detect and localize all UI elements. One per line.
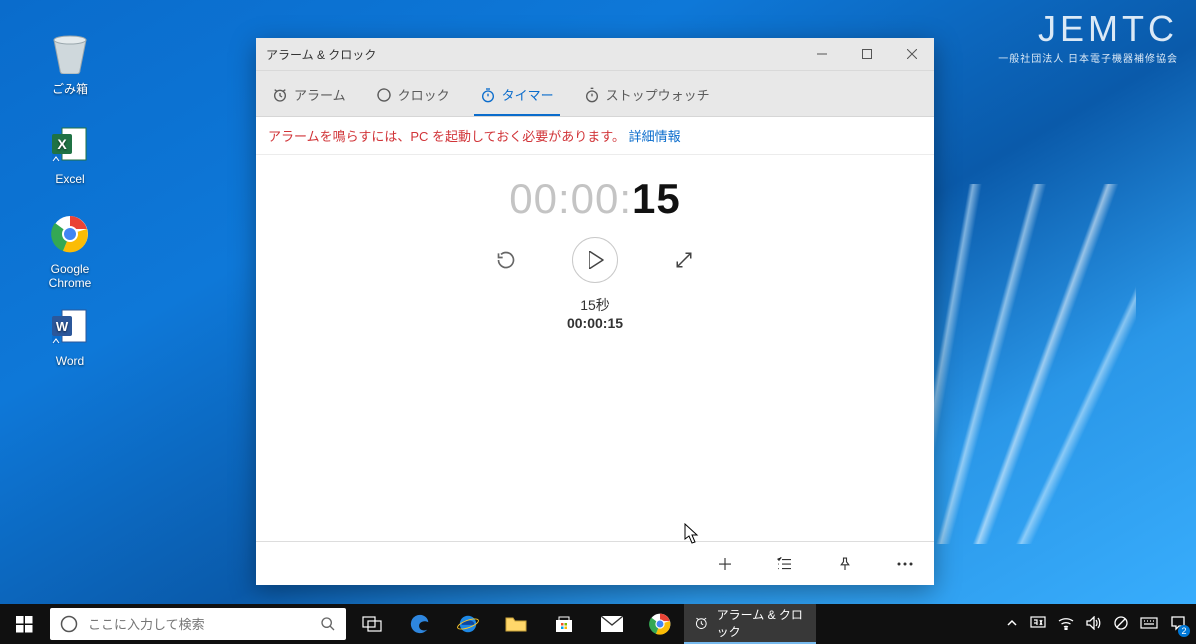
desktop-icon-chrome[interactable]: Google Chrome xyxy=(30,210,110,290)
tray-ime-icon[interactable] xyxy=(1030,615,1046,634)
expand-icon xyxy=(675,251,693,269)
timer-icon xyxy=(480,87,496,103)
edge-icon xyxy=(409,613,431,635)
timer-display[interactable]: 00:00:15 xyxy=(256,155,934,223)
taskbar-mail[interactable] xyxy=(588,604,636,644)
plus-icon xyxy=(716,555,734,573)
list-select-icon xyxy=(776,555,794,573)
tab-stopwatch[interactable]: ストップウォッチ xyxy=(578,79,716,116)
watermark: JEMTC 一般社団法人 日本電子機器補修協会 xyxy=(998,8,1178,65)
minimize-button[interactable] xyxy=(799,38,844,71)
watermark-brand: JEMTC xyxy=(998,8,1178,50)
desktop-icon-excel[interactable]: X Excel xyxy=(30,120,110,186)
command-bar xyxy=(256,541,934,585)
taskbar-ie[interactable] xyxy=(444,604,492,644)
taskbar: アラーム & クロック xyxy=(0,604,1196,644)
alarm-icon xyxy=(694,614,709,632)
folder-icon xyxy=(505,615,527,633)
windows-icon xyxy=(16,616,33,633)
desktop-icon-label: Word xyxy=(30,354,110,368)
svg-text:W: W xyxy=(56,319,69,334)
add-timer-button[interactable] xyxy=(714,553,736,575)
tab-label: アラーム xyxy=(294,85,346,104)
tray-notifications-icon[interactable] xyxy=(1170,615,1186,634)
stopwatch-icon xyxy=(584,87,600,103)
timer-meta: 15秒 00:00:15 xyxy=(256,295,934,331)
timer-controls xyxy=(256,237,934,283)
mail-icon xyxy=(601,616,623,632)
timer-content: 00:00:15 15秒 00:00:15 xyxy=(256,155,934,541)
search-icon xyxy=(320,616,336,632)
taskbar-store[interactable] xyxy=(540,604,588,644)
store-icon xyxy=(554,614,574,634)
desktop-icon-label: ごみ箱 xyxy=(30,80,110,97)
tray-wifi-icon[interactable] xyxy=(1058,616,1074,633)
alarm-icon xyxy=(272,87,288,103)
timer-dim-prefix: 00:00: xyxy=(509,175,632,222)
recycle-bin-icon xyxy=(46,28,94,76)
timer-name: 15秒 xyxy=(256,295,934,315)
close-button[interactable] xyxy=(889,38,934,71)
search-input[interactable] xyxy=(88,617,310,632)
chrome-icon xyxy=(46,210,94,258)
play-icon xyxy=(589,251,605,269)
desktop-icon-label: Excel xyxy=(30,172,110,186)
cortana-icon xyxy=(60,615,78,633)
tab-label: タイマー xyxy=(502,85,554,104)
pin-icon xyxy=(836,555,854,573)
ie-icon xyxy=(457,613,479,635)
chrome-icon xyxy=(649,613,671,635)
tab-bar: アラーム クロック タイマー ストップウォッチ xyxy=(256,71,934,117)
play-button[interactable] xyxy=(572,237,618,283)
system-tray xyxy=(996,615,1196,634)
taskbar-app-label: アラーム & クロック xyxy=(717,606,806,640)
tab-label: ストップウォッチ xyxy=(606,85,710,104)
timer-remaining: 00:00:15 xyxy=(256,315,934,331)
desktop-icon-label: Google Chrome xyxy=(30,262,110,290)
tab-clock[interactable]: クロック xyxy=(370,79,456,116)
tab-timer[interactable]: タイマー xyxy=(474,79,560,116)
desktop-icon-recycle-bin[interactable]: ごみ箱 xyxy=(30,28,110,97)
ellipsis-icon xyxy=(896,561,914,567)
reset-button[interactable] xyxy=(494,248,518,272)
info-bar: アラームを鳴らすには、PC を起動しておく必要があります。 詳細情報 xyxy=(256,117,934,155)
select-button[interactable] xyxy=(774,553,796,575)
window-buttons xyxy=(799,38,934,71)
desktop[interactable]: JEMTC 一般社団法人 日本電子機器補修協会 ごみ箱 X Excel Goog… xyxy=(0,0,1196,644)
taskbar-search[interactable] xyxy=(50,608,346,640)
taskbar-chrome[interactable] xyxy=(636,604,684,644)
alarms-clock-window: アラーム & クロック アラーム クロック タイマー ストップ xyxy=(256,38,934,585)
word-icon: W xyxy=(46,302,94,350)
taskbar-pinned: アラーム & クロック xyxy=(348,604,816,644)
maximize-button[interactable] xyxy=(844,38,889,71)
more-button[interactable] xyxy=(894,553,916,575)
taskbar-explorer[interactable] xyxy=(492,604,540,644)
tab-label: クロック xyxy=(398,85,450,104)
titlebar[interactable]: アラーム & クロック xyxy=(256,38,934,71)
info-warning-text: アラームを鳴らすには、PC を起動しておく必要があります。 xyxy=(268,129,625,144)
taskbar-edge[interactable] xyxy=(396,604,444,644)
pin-button[interactable] xyxy=(834,553,856,575)
info-details-link[interactable]: 詳細情報 xyxy=(629,129,681,144)
reset-icon xyxy=(496,250,516,270)
tray-chevron-icon[interactable] xyxy=(1006,617,1018,632)
tray-keyboard-icon[interactable] xyxy=(1140,617,1158,632)
watermark-sub: 一般社団法人 日本電子機器補修協会 xyxy=(998,50,1178,65)
tray-volume-icon[interactable] xyxy=(1086,616,1102,633)
tab-alarm[interactable]: アラーム xyxy=(266,79,352,116)
timer-seconds: 15 xyxy=(632,175,681,222)
start-button[interactable] xyxy=(0,604,48,644)
taskview-icon xyxy=(362,616,382,632)
tray-block-icon[interactable] xyxy=(1114,616,1128,633)
clock-icon xyxy=(376,87,392,103)
taskbar-active-app[interactable]: アラーム & クロック xyxy=(684,604,816,644)
window-title: アラーム & クロック xyxy=(256,46,376,63)
excel-icon: X xyxy=(46,120,94,168)
desktop-icon-word[interactable]: W Word xyxy=(30,302,110,368)
taskbar-taskview[interactable] xyxy=(348,604,396,644)
expand-button[interactable] xyxy=(672,248,696,272)
svg-text:X: X xyxy=(57,136,67,152)
